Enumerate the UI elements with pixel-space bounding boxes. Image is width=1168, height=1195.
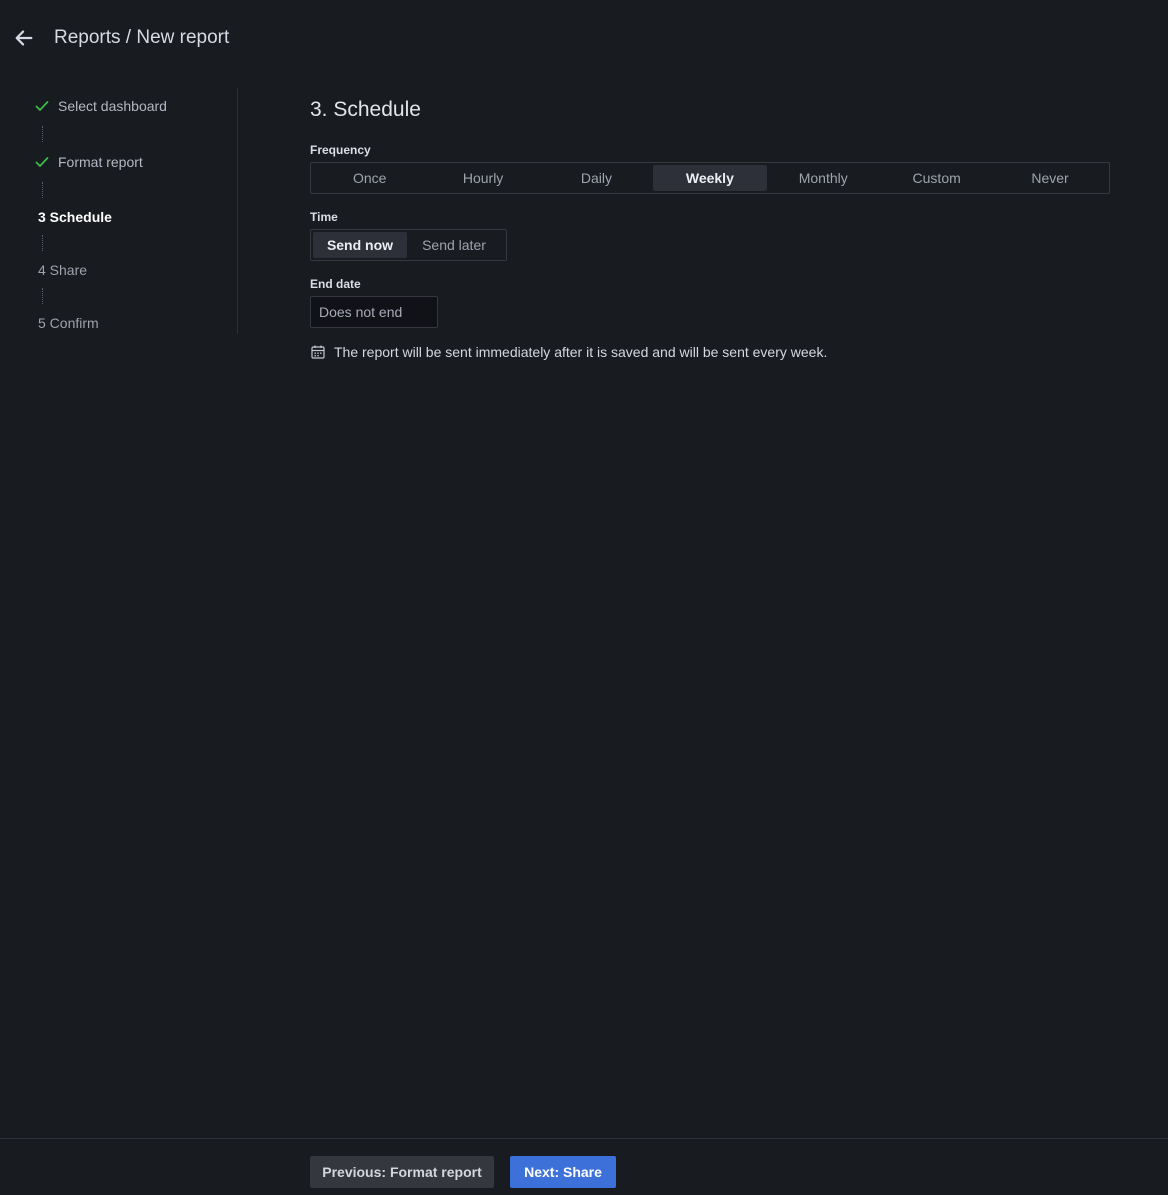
schedule-info: The report will be sent immediately afte… (310, 344, 827, 360)
step-connector (42, 288, 43, 304)
wizard-stepper: Select dashboard Format report 3 Schedul… (0, 88, 238, 334)
schedule-info-text: The report will be sent immediately afte… (334, 344, 828, 360)
time-label: Time (310, 210, 338, 224)
time-option-send-later[interactable]: Send later (407, 232, 501, 258)
step-label: 5 Confirm (38, 315, 99, 331)
wizard-footer: Previous: Format report Next: Share (0, 1138, 1168, 1195)
step-format-report[interactable]: Format report (34, 152, 143, 172)
back-button[interactable] (12, 26, 36, 50)
frequency-label: Frequency (310, 143, 371, 157)
frequency-option-hourly[interactable]: Hourly (426, 165, 539, 191)
step-label: 3 Schedule (38, 209, 112, 225)
calendar-icon (310, 344, 326, 360)
frequency-option-never[interactable]: Never (993, 165, 1106, 191)
next-button[interactable]: Next: Share (510, 1156, 616, 1188)
end-date-input[interactable]: Does not end (310, 296, 438, 328)
step-label: 4 Share (38, 262, 88, 278)
end-date-label: End date (310, 277, 361, 291)
step-share[interactable]: 4 Share (38, 260, 87, 280)
arrow-left-icon (15, 30, 33, 46)
step-connector (42, 235, 43, 251)
previous-button[interactable]: Previous: Format report (310, 1156, 494, 1188)
frequency-option-custom[interactable]: Custom (880, 165, 993, 191)
step-schedule[interactable]: 3 Schedule (38, 207, 112, 227)
frequency-option-monthly[interactable]: Monthly (767, 165, 880, 191)
frequency-option-daily[interactable]: Daily (540, 165, 653, 191)
frequency-option-once[interactable]: Once (313, 165, 426, 191)
step-label: Select dashboard (58, 98, 167, 114)
step-label: Format report (58, 154, 143, 170)
page-title: Reports / New report (54, 27, 230, 48)
time-option-send-now[interactable]: Send now (313, 232, 407, 258)
report-wizard-page: Reports / New report Select dashboard Fo… (0, 0, 1168, 1195)
page-header: Reports / New report (0, 0, 1168, 76)
frequency-option-weekly[interactable]: Weekly (653, 165, 767, 191)
step-connector (42, 182, 43, 198)
check-icon (34, 98, 50, 114)
step-connector (42, 126, 43, 142)
step-confirm[interactable]: 5 Confirm (38, 313, 99, 333)
step-select-dashboard[interactable]: Select dashboard (34, 96, 167, 116)
frequency-selector: Once Hourly Daily Weekly Monthly Custom … (310, 162, 1110, 194)
time-selector: Send now Send later (310, 229, 507, 261)
check-icon (34, 154, 50, 170)
section-title: 3. Schedule (310, 98, 421, 121)
